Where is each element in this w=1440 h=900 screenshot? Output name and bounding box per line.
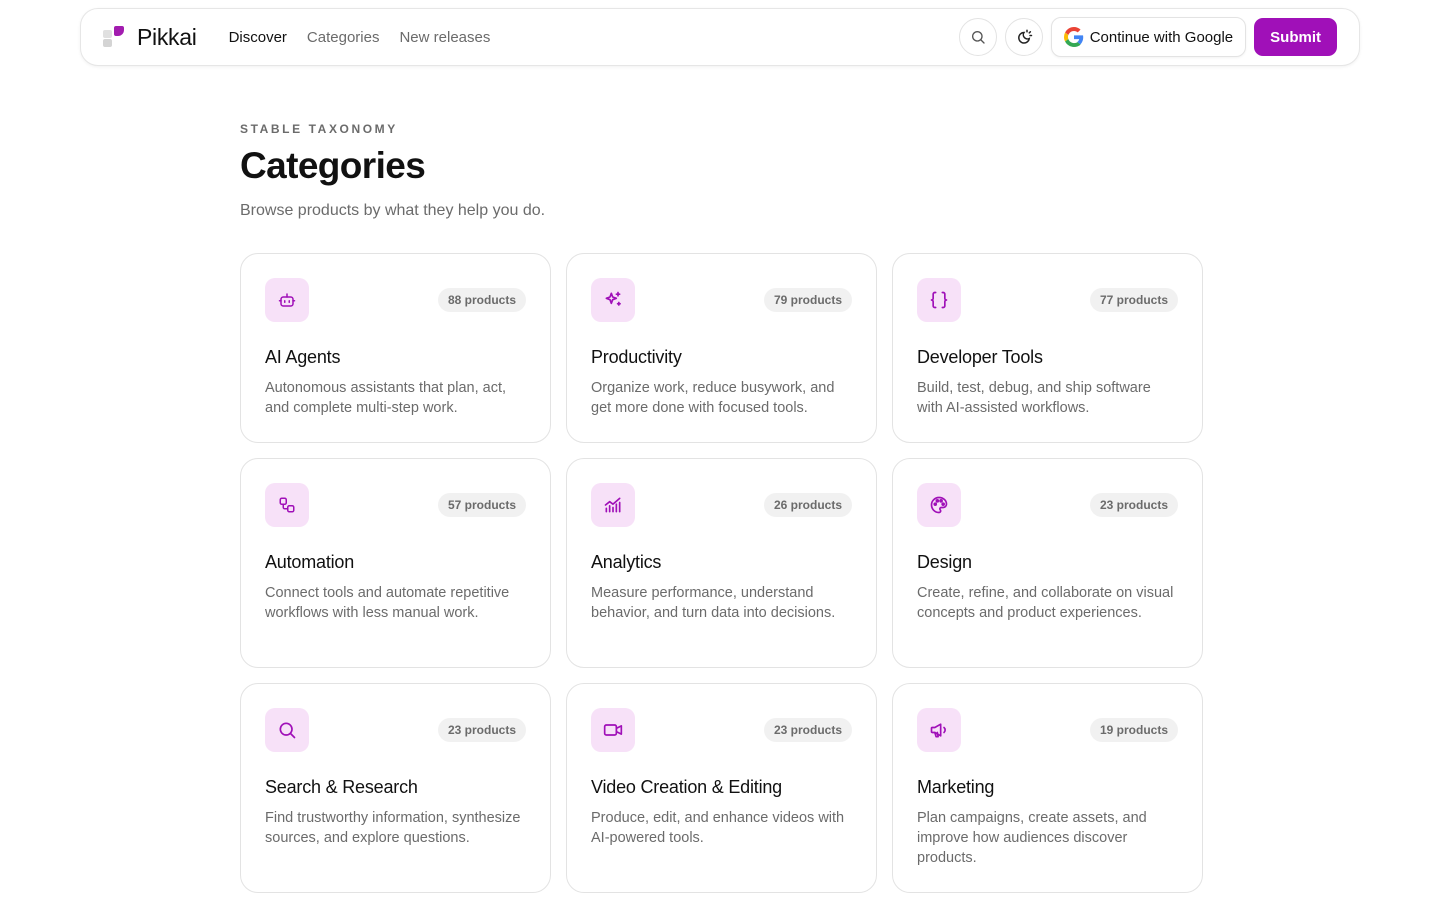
category-title: Analytics [591, 552, 662, 572]
category-description: Build, test, debug, and ship software wi… [917, 380, 1151, 416]
theme-toggle-button[interactable] [1004, 18, 1043, 56]
workflow-icon [265, 483, 309, 527]
palette-icon [917, 483, 961, 527]
braces-icon [917, 278, 961, 322]
page-title: Categories [240, 145, 426, 186]
nav-actions: Continue with Google Submit [958, 17, 1337, 57]
category-description: Autonomous assistants that plan, act, an… [265, 380, 506, 416]
product-count-badge: 26 products [763, 493, 852, 517]
category-card-developer-tools[interactable]: 77 products Developer Tools Build, test,… [892, 253, 1203, 443]
category-title: Automation [265, 552, 355, 572]
category-title: Video Creation & Editing [591, 777, 782, 797]
category-title: Developer Tools [917, 347, 1043, 367]
category-title: Design [917, 552, 972, 572]
category-title: Search & Research [265, 777, 418, 797]
top-navbar: Pikkai Discover Categories New releases … [80, 8, 1360, 66]
category-title: Productivity [591, 347, 682, 367]
logo-mark-icon [103, 26, 125, 48]
category-card-design[interactable]: 23 products Design Create, refine, and c… [892, 458, 1203, 668]
theme-toggle-icon [1017, 29, 1032, 44]
category-description: Plan campaigns, create assets, and impro… [917, 810, 1147, 866]
category-card-video[interactable]: 23 products Video Creation & Editing Pro… [566, 683, 877, 893]
product-count-badge: 77 products [1089, 288, 1178, 312]
category-title: AI Agents [265, 347, 341, 367]
submit-button[interactable]: Submit [1254, 18, 1337, 56]
google-signin-button[interactable]: Continue with Google [1050, 17, 1247, 57]
nav-link-categories[interactable]: Categories [307, 29, 380, 46]
eyebrow-label: STABLE TAXONOMY [240, 122, 398, 136]
nav-links: Discover Categories New releases [229, 29, 491, 46]
category-description: Find trustworthy information, synthesize… [265, 810, 521, 846]
search-icon [971, 31, 985, 44]
video-icon [591, 708, 635, 752]
megaphone-icon [917, 708, 961, 752]
search-icon [265, 708, 309, 752]
chart-icon [591, 483, 635, 527]
category-title: Marketing [917, 777, 995, 797]
main-content: STABLE TAXONOMY Categories Browse produc… [240, 122, 1203, 893]
category-card-productivity[interactable]: 79 products Productivity Organize work, … [566, 253, 877, 443]
product-count-badge: 23 products [1089, 493, 1178, 517]
page-subtitle: Browse products by what they help you do… [240, 202, 546, 219]
product-count-badge: 23 products [437, 718, 526, 742]
sparkles-icon [591, 278, 635, 322]
category-description: Connect tools and automate repetitive wo… [265, 585, 510, 621]
brand-name: Pikkai [137, 23, 197, 50]
category-grid: 88 products AI Agents Autonomous assista… [240, 253, 1203, 893]
brand-logo[interactable]: Pikkai [103, 24, 197, 51]
google-signin-label: Continue with Google [1089, 28, 1234, 46]
nav-link-discover[interactable]: Discover [229, 29, 287, 46]
category-card-ai-agents[interactable]: 88 products AI Agents Autonomous assista… [240, 253, 551, 443]
category-card-analytics[interactable]: 26 products Analytics Measure performanc… [566, 458, 877, 668]
category-description: Create, refine, and collaborate on visua… [917, 585, 1174, 621]
product-count-badge: 57 products [437, 493, 526, 517]
category-description: Measure performance, understand behavior… [591, 585, 836, 621]
product-count-badge: 23 products [763, 718, 852, 742]
search-button[interactable] [958, 18, 997, 56]
nav-link-new-releases[interactable]: New releases [399, 29, 490, 46]
category-card-automation[interactable]: 57 products Automation Connect tools and… [240, 458, 551, 668]
product-count-badge: 19 products [1089, 718, 1178, 742]
product-count-badge: 88 products [437, 288, 526, 312]
category-card-marketing[interactable]: 19 products Marketing Plan campaigns, cr… [892, 683, 1203, 893]
category-description: Produce, edit, and enhance videos with A… [591, 810, 845, 846]
robot-icon [265, 278, 309, 322]
category-card-search-research[interactable]: 23 products Search & Research Find trust… [240, 683, 551, 893]
google-logo-icon [1063, 27, 1083, 47]
category-description: Organize work, reduce busywork, and get … [591, 380, 835, 416]
product-count-badge: 79 products [763, 288, 852, 312]
